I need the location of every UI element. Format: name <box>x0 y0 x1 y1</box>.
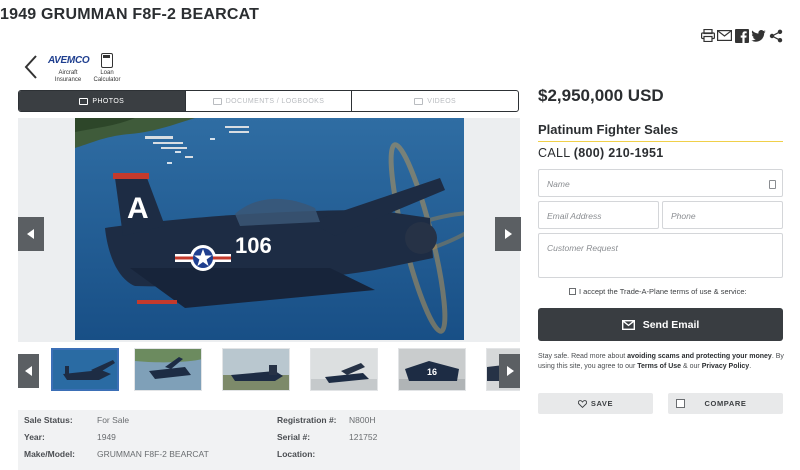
thumbs-prev-button[interactable] <box>18 354 39 388</box>
email-icon[interactable] <box>717 28 732 43</box>
twitter-icon[interactable] <box>751 28 766 43</box>
tab-documents-label: DOCUMENTS / LOGBOOKS <box>225 97 325 105</box>
save-label: SAVE <box>590 399 614 408</box>
media-tabs: PHOTOS DOCUMENTS / LOGBOOKS VIDEOS <box>18 90 519 112</box>
email-field[interactable]: Email Address <box>538 201 659 229</box>
arrow-left-icon <box>27 229 34 239</box>
sale-status-label: Sale Status: <box>24 414 73 425</box>
hero-photo[interactable]: A 106 <box>75 118 464 340</box>
tab-videos-label: VIDEOS <box>427 97 457 105</box>
svg-text:16: 16 <box>427 367 437 377</box>
share-icon[interactable] <box>768 28 783 43</box>
loan-label-line1: Loan <box>100 70 114 76</box>
send-email-label: Send Email <box>642 318 700 331</box>
year-value: 1949 <box>97 431 116 442</box>
avemco-insurance-link[interactable]: AVEMCO Aircraft Insurance <box>48 52 90 84</box>
arrow-right-icon <box>506 366 514 376</box>
terms-text: I accept the Trade-A-Plane terms of use … <box>579 287 747 296</box>
year-label: Year: <box>24 431 45 442</box>
thumbnail-1[interactable] <box>51 348 119 391</box>
scam-info-link[interactable]: avoiding scams and protecting your money <box>627 353 772 360</box>
tab-documents[interactable]: DOCUMENTS / LOGBOOKS <box>184 91 352 111</box>
arrow-right-icon <box>505 229 512 239</box>
phone-placeholder: Phone <box>671 211 696 221</box>
save-button[interactable]: SAVE <box>538 393 653 414</box>
terms-acceptance: I accept the Trade-A-Plane terms of use … <box>569 287 747 296</box>
customer-request-field[interactable]: Customer Request <box>538 233 783 278</box>
make-model-value: GRUMMAN F8F-2 BEARCAT <box>97 448 209 459</box>
heart-icon <box>577 399 587 408</box>
spec-row: Make/Model: GRUMMAN F8F-2 BEARCAT Locati… <box>18 445 520 462</box>
privacy-policy-link[interactable]: Privacy Policy <box>702 363 749 370</box>
notice-text: . <box>749 363 752 370</box>
serial-label: Serial #: <box>277 431 311 442</box>
notice-text: & our <box>681 363 702 370</box>
safety-notice: Stay safe. Read more about avoiding scam… <box>538 352 786 372</box>
photo-gallery: A 106 <box>18 118 521 342</box>
registration-label: Registration #: <box>277 414 337 425</box>
thumbnail-4[interactable] <box>310 348 378 391</box>
spec-row: Year: 1949 Serial #: 121752 <box>18 428 520 445</box>
listing-title: 1949 GRUMMAN F8F-2 BEARCAT <box>0 6 260 23</box>
name-placeholder: Name <box>547 179 570 189</box>
photo-icon <box>79 97 89 105</box>
thumbnail-strip: 16 <box>18 346 520 394</box>
contact-card-icon <box>769 180 776 189</box>
thumbnail-2[interactable] <box>134 348 202 391</box>
registration-value: N800H <box>349 414 376 425</box>
send-email-button[interactable]: Send Email <box>538 308 783 341</box>
compare-checkbox[interactable] <box>676 399 685 408</box>
document-icon <box>212 97 222 105</box>
gallery-next-button[interactable] <box>495 217 521 251</box>
request-placeholder: Customer Request <box>547 243 618 253</box>
thumbnail-3[interactable] <box>222 348 290 391</box>
tab-photos-label: PHOTOS <box>92 97 125 105</box>
envelope-icon <box>621 319 635 330</box>
compare-label: COMPARE <box>704 399 747 408</box>
make-model-label: Make/Model: <box>24 448 76 459</box>
call-line: CALL (800) 210-1951 <box>538 146 663 160</box>
location-label: Location: <box>277 448 316 459</box>
thumbnail-5[interactable]: 16 <box>398 348 466 391</box>
arrow-left-icon <box>24 366 32 376</box>
name-field[interactable]: Name <box>538 169 783 197</box>
compare-button[interactable]: COMPARE <box>668 393 783 414</box>
loan-label-line2: Calculator <box>93 77 121 83</box>
terms-checkbox[interactable] <box>569 288 576 295</box>
notice-text: Stay safe. Read more about <box>538 353 628 360</box>
tab-videos[interactable]: VIDEOS <box>351 91 518 111</box>
share-toolbar <box>700 28 783 43</box>
tab-photos[interactable]: PHOTOS <box>19 91 185 111</box>
listing-price: $2,950,000 USD <box>538 86 664 105</box>
avemco-label-line1: Aircraft <box>58 70 78 76</box>
dealer-phone-link[interactable]: (800) 210-1951 <box>574 146 664 160</box>
loan-calculator-link[interactable]: Loan Calculator <box>92 52 122 84</box>
tail-letter: A <box>127 192 149 225</box>
video-icon <box>414 97 424 105</box>
phone-field[interactable]: Phone <box>662 201 783 229</box>
calculator-icon <box>101 53 113 68</box>
thumbs-next-button[interactable] <box>499 354 520 388</box>
avemco-logo: AVEMCO <box>48 55 90 66</box>
avemco-label-line2: Insurance <box>54 77 82 83</box>
dealer-name[interactable]: Platinum Fighter Sales <box>538 122 678 137</box>
spec-table: Sale Status: For Sale Registration #: N8… <box>18 410 520 470</box>
back-chevron-icon[interactable] <box>22 54 40 80</box>
serial-value: 121752 <box>349 431 378 442</box>
email-placeholder: Email Address <box>547 211 602 221</box>
call-label: CALL <box>538 146 571 160</box>
gallery-prev-button[interactable] <box>18 217 44 251</box>
printer-icon[interactable] <box>700 28 715 43</box>
sale-status-value: For Sale <box>97 414 130 425</box>
spec-row: Sale Status: For Sale Registration #: N8… <box>18 411 520 428</box>
fuselage-number: 106 <box>235 233 272 258</box>
terms-of-use-link[interactable]: Terms of Use <box>637 363 681 370</box>
dealer-divider <box>538 141 783 142</box>
facebook-icon[interactable] <box>734 28 749 43</box>
